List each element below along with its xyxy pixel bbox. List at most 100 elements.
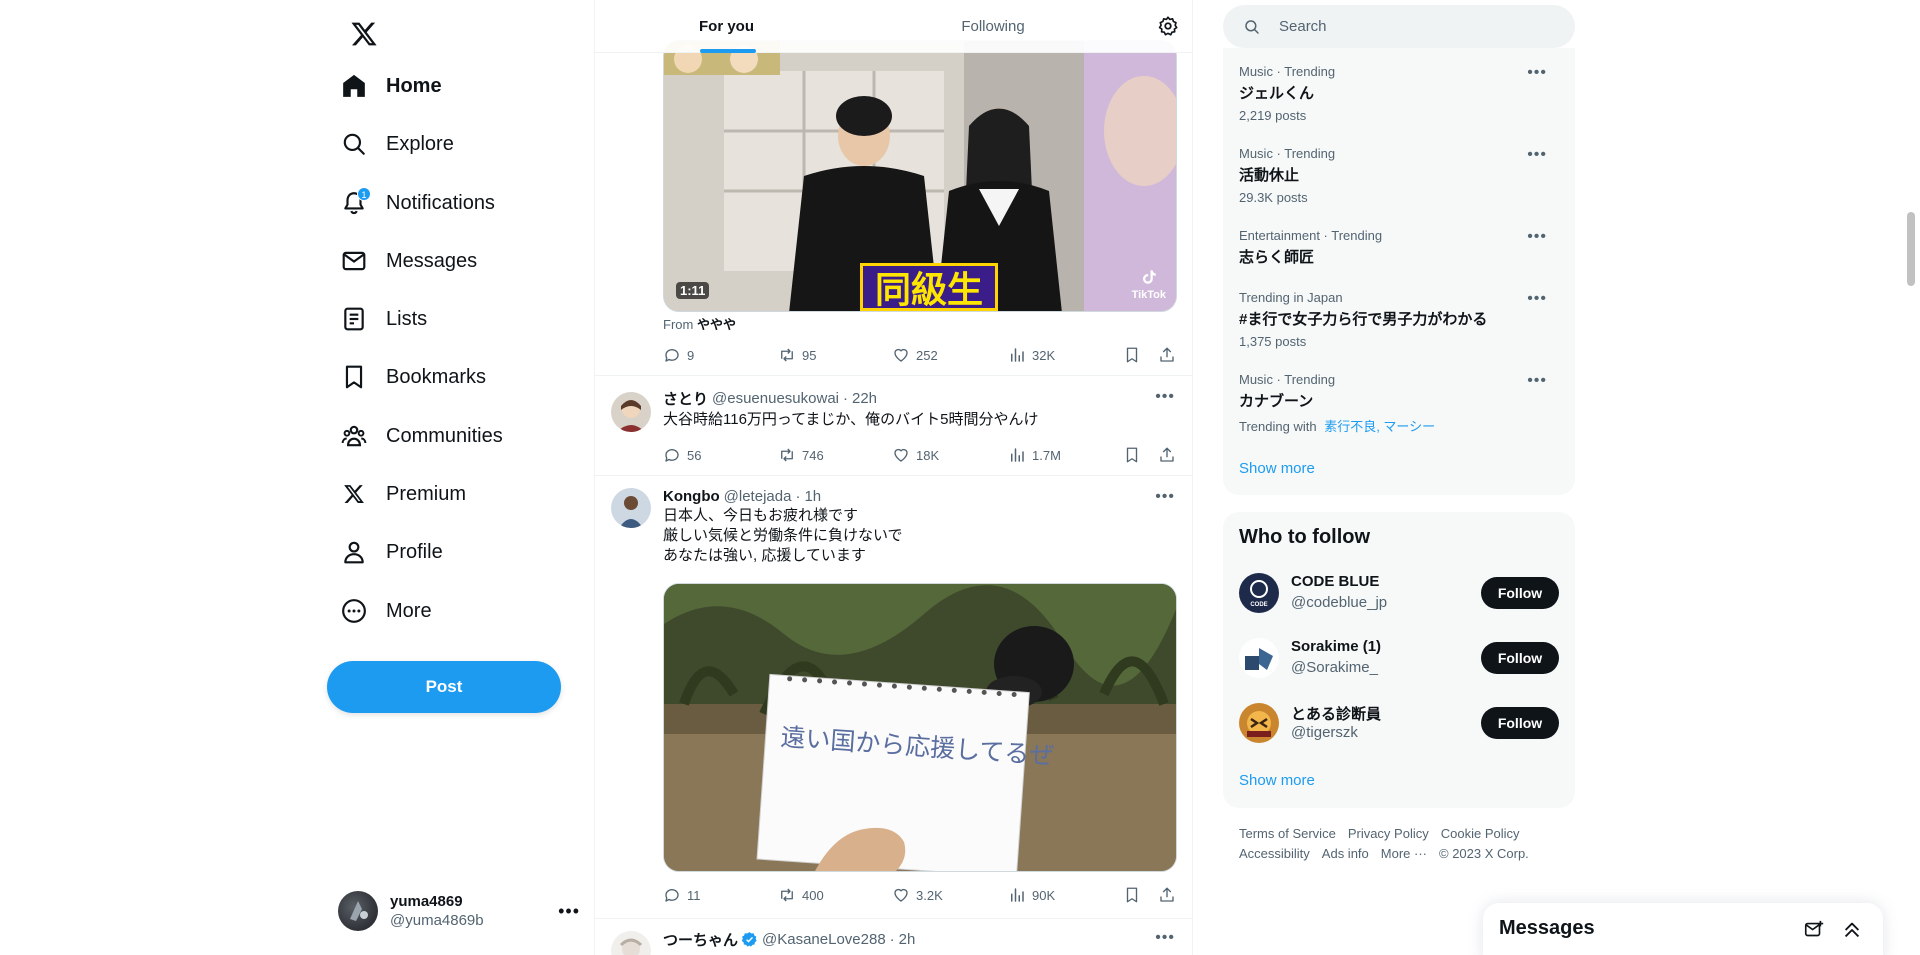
- like-button[interactable]: 3.2K: [892, 886, 943, 904]
- nav-lists[interactable]: Lists: [338, 293, 447, 345]
- tweet-author-name[interactable]: つーちゃん: [663, 929, 738, 950]
- account-more-icon[interactable]: •••: [558, 901, 580, 922]
- tweet-author-handle[interactable]: @esuenuesukowai: [712, 390, 839, 407]
- tweet-author-name[interactable]: Kongbo: [663, 488, 720, 505]
- trend-more-icon[interactable]: •••: [1527, 146, 1547, 164]
- nav-notifications[interactable]: 1 Notifications: [338, 177, 515, 229]
- bookmark-button[interactable]: [1123, 886, 1147, 904]
- bookmark-button[interactable]: [1123, 446, 1147, 464]
- footer-privacy-link[interactable]: Privacy Policy: [1348, 824, 1429, 844]
- tweet-author-handle[interactable]: @letejada: [724, 488, 792, 505]
- retweet-button[interactable]: 746: [778, 446, 824, 464]
- nav-explore[interactable]: Explore: [338, 118, 474, 170]
- tweet[interactable]: つーちゃん @KasaneLove288 · 2h •••: [595, 919, 1192, 955]
- x-logo-icon: [340, 480, 368, 508]
- bookmark-icon: [1126, 447, 1138, 463]
- trend-more-icon[interactable]: •••: [1527, 372, 1547, 390]
- footer-terms-link[interactable]: Terms of Service: [1239, 824, 1336, 844]
- trend-item[interactable]: Music · Trending カナブーン Trending with 素行不…: [1239, 372, 1559, 435]
- follow-show-more-link[interactable]: Show more: [1239, 772, 1315, 789]
- verified-badge-icon: [741, 932, 757, 947]
- tweet-video[interactable]: 同級生 1:11 TikTok: [663, 40, 1177, 312]
- nav-profile[interactable]: Profile: [338, 526, 463, 578]
- search-input[interactable]: [1279, 18, 1559, 35]
- tweet[interactable]: 同級生 1:11 TikTok From ややや 9 95 252 32K: [595, 0, 1192, 376]
- tweet-more-icon[interactable]: •••: [1155, 929, 1175, 947]
- tweet[interactable]: さとり @esuenuesukowai · 22h ••• 大谷時給116万円っ…: [595, 376, 1192, 476]
- trend-item[interactable]: Music · Trending 活動休止 29.3K posts •••: [1239, 146, 1559, 205]
- video-caption: 同級生: [860, 263, 998, 311]
- tweet-image[interactable]: 遠い国から応援してるぜ: [663, 583, 1177, 872]
- nav-bookmarks[interactable]: Bookmarks: [338, 351, 506, 403]
- share-button[interactable]: [1158, 446, 1182, 464]
- bookmark-button[interactable]: [1123, 346, 1147, 364]
- trend-item[interactable]: Trending in Japan #ま行で女子力ら行で男子力がわかる 1,37…: [1239, 290, 1559, 349]
- reply-button[interactable]: 9: [663, 346, 694, 364]
- trends-show-more-link[interactable]: Show more: [1239, 460, 1315, 477]
- nav-lists-label: Lists: [386, 307, 428, 330]
- trend-related-links[interactable]: 素行不良, マーシー: [1324, 419, 1435, 434]
- tab-for-you[interactable]: For you: [595, 0, 858, 53]
- gear-icon[interactable]: [1157, 15, 1179, 37]
- tweet-avatar[interactable]: [611, 931, 651, 955]
- tweet-timestamp[interactable]: 1h: [804, 488, 821, 505]
- tweet-timestamp[interactable]: 22h: [852, 390, 877, 407]
- follow-suggestion[interactable]: CODE CODE BLUE @codeblue_jp Follow: [1239, 571, 1559, 615]
- nav-communities-label: Communities: [386, 424, 503, 447]
- trend-item[interactable]: Entertainment · Trending 志らく師匠 •••: [1239, 228, 1559, 267]
- new-message-icon[interactable]: [1803, 919, 1825, 941]
- follow-handle: @codeblue_jp: [1291, 594, 1388, 611]
- tweet-avatar[interactable]: [611, 488, 651, 528]
- footer-cookie-link[interactable]: Cookie Policy: [1441, 824, 1520, 844]
- nav-premium[interactable]: Premium: [338, 468, 486, 520]
- trend-more-icon[interactable]: •••: [1527, 64, 1547, 82]
- search-box[interactable]: [1223, 5, 1575, 48]
- tweet-author-name[interactable]: さとり: [663, 388, 708, 409]
- trend-more-icon[interactable]: •••: [1527, 228, 1547, 246]
- x-logo-link[interactable]: [338, 8, 390, 60]
- like-button[interactable]: 18K: [892, 446, 939, 464]
- tweet[interactable]: Kongbo @letejada · 1h ••• 日本人、今日もお疲れ様です …: [595, 476, 1192, 919]
- trend-post-count: 1,375 posts: [1239, 334, 1307, 349]
- nav-more[interactable]: More: [338, 585, 452, 637]
- share-button[interactable]: [1158, 886, 1182, 904]
- expand-up-icon[interactable]: [1841, 919, 1863, 941]
- views-button[interactable]: 32K: [1008, 346, 1055, 364]
- nav-messages[interactable]: Messages: [338, 235, 497, 287]
- tweet-avatar[interactable]: [611, 392, 651, 432]
- tweet-timestamp[interactable]: 2h: [899, 931, 916, 948]
- post-button[interactable]: Post: [327, 661, 561, 713]
- retweet-button[interactable]: 95: [778, 346, 816, 364]
- reply-button[interactable]: 11: [663, 886, 701, 904]
- follow-suggestion[interactable]: とある診断員 @tigerszk Follow: [1239, 701, 1559, 745]
- like-count: 3.2K: [916, 887, 943, 903]
- nav-communities[interactable]: Communities: [338, 410, 523, 462]
- reply-count: 11: [687, 887, 701, 903]
- tab-following[interactable]: Following: [858, 0, 1128, 53]
- like-button[interactable]: 252: [892, 346, 938, 364]
- messages-drawer[interactable]: Messages: [1483, 903, 1883, 955]
- follow-button[interactable]: Follow: [1481, 642, 1559, 674]
- tweet-more-icon[interactable]: •••: [1155, 488, 1175, 506]
- views-button[interactable]: 90K: [1008, 886, 1055, 904]
- views-button[interactable]: 1.7M: [1008, 446, 1061, 464]
- trend-more-icon[interactable]: •••: [1527, 290, 1547, 308]
- share-icon: [1160, 347, 1174, 362]
- footer-ads-link[interactable]: Ads info: [1322, 844, 1369, 864]
- video-attribution[interactable]: From ややや: [663, 314, 736, 333]
- tweet-author-handle[interactable]: @KasaneLove288: [762, 931, 886, 948]
- tweet-more-icon[interactable]: •••: [1155, 388, 1175, 406]
- footer-more-link[interactable]: More ···: [1381, 844, 1427, 864]
- retweet-button[interactable]: 400: [778, 886, 824, 904]
- share-button[interactable]: [1158, 346, 1182, 364]
- account-switcher[interactable]: yuma4869 @yuma4869b •••: [338, 885, 588, 937]
- follow-button[interactable]: Follow: [1481, 577, 1559, 609]
- follow-suggestion[interactable]: Sorakime (1) @Sorakime_ Follow: [1239, 636, 1559, 680]
- page-scrollbar-thumb[interactable]: [1907, 212, 1915, 286]
- footer-accessibility-link[interactable]: Accessibility: [1239, 844, 1310, 864]
- trend-item[interactable]: Music · Trending ジェルくん 2,219 posts •••: [1239, 64, 1559, 123]
- follow-button[interactable]: Follow: [1481, 707, 1559, 739]
- nav-home[interactable]: Home: [338, 60, 462, 112]
- reply-button[interactable]: 56: [663, 446, 701, 464]
- page-scrollbar-track[interactable]: [1903, 0, 1920, 955]
